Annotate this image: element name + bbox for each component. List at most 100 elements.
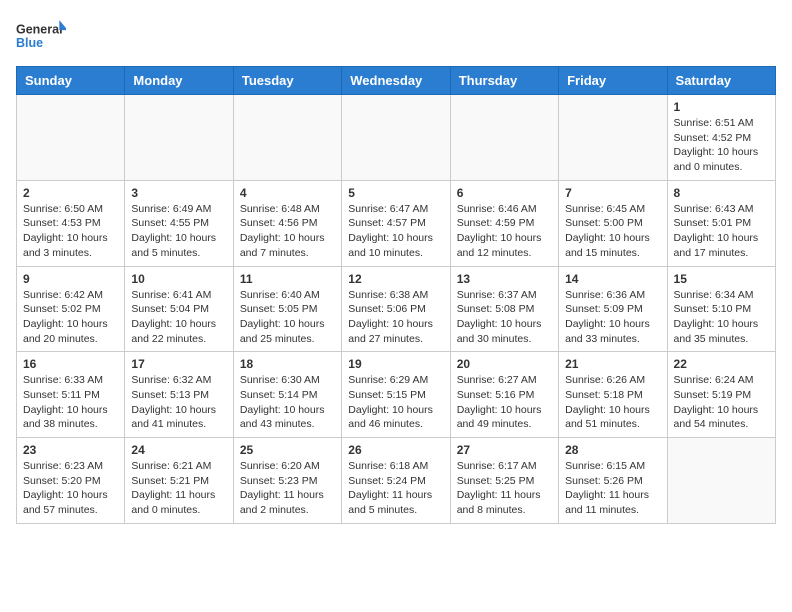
day-info: Sunrise: 6:29 AM Sunset: 5:15 PM Dayligh…: [348, 373, 443, 432]
day-info: Sunrise: 6:33 AM Sunset: 5:11 PM Dayligh…: [23, 373, 118, 432]
day-info: Sunrise: 6:20 AM Sunset: 5:23 PM Dayligh…: [240, 459, 335, 518]
day-cell-empty: [667, 438, 775, 524]
day-info: Sunrise: 6:41 AM Sunset: 5:04 PM Dayligh…: [131, 288, 226, 347]
day-info: Sunrise: 6:50 AM Sunset: 4:53 PM Dayligh…: [23, 202, 118, 261]
day-cell-28: 28 Sunrise: 6:15 AM Sunset: 5:26 PM Dayli…: [559, 438, 667, 524]
day-number: 26: [348, 443, 443, 457]
day-cell-27: 27 Sunrise: 6:17 AM Sunset: 5:25 PM Dayli…: [450, 438, 558, 524]
day-number: 14: [565, 272, 660, 286]
day-number: 3: [131, 186, 226, 200]
day-number: 2: [23, 186, 118, 200]
day-cell-empty: [342, 95, 450, 181]
day-cell-24: 24Sunrise: 6:21 AM Sunset: 5:21 PM Dayli…: [125, 438, 233, 524]
day-cell-15: 15 Sunrise: 6:34 AM Sunset: 5:10 PM Dayli…: [667, 266, 775, 352]
weekday-header-monday: Monday: [125, 67, 233, 95]
svg-text:Blue: Blue: [16, 36, 43, 50]
week-row-4: 16 Sunrise: 6:33 AM Sunset: 5:11 PM Dayli…: [17, 352, 776, 438]
day-info: Sunrise: 6:27 AM Sunset: 5:16 PM Dayligh…: [457, 373, 552, 432]
weekday-header-row: SundayMondayTuesdayWednesdayThursdayFrid…: [17, 67, 776, 95]
day-number: 4: [240, 186, 335, 200]
day-cell-empty: [233, 95, 341, 181]
day-cell-26: 26Sunrise: 6:18 AM Sunset: 5:24 PM Dayli…: [342, 438, 450, 524]
day-cell-9: 9 Sunrise: 6:42 AM Sunset: 5:02 PM Daylig…: [17, 266, 125, 352]
weekday-header-tuesday: Tuesday: [233, 67, 341, 95]
day-cell-25: 25 Sunrise: 6:20 AM Sunset: 5:23 PM Dayli…: [233, 438, 341, 524]
day-number: 25: [240, 443, 335, 457]
day-info: Sunrise: 6:23 AM Sunset: 5:20 PM Dayligh…: [23, 459, 118, 518]
day-number: 18: [240, 357, 335, 371]
day-cell-empty: [559, 95, 667, 181]
calendar: SundayMondayTuesdayWednesdayThursdayFrid…: [16, 66, 776, 524]
weekday-header-thursday: Thursday: [450, 67, 558, 95]
day-cell-1: 1 Sunrise: 6:51 AM Sunset: 4:52 PM Daylig…: [667, 95, 775, 181]
day-info: Sunrise: 6:46 AM Sunset: 4:59 PM Dayligh…: [457, 202, 552, 261]
day-info: Sunrise: 6:30 AM Sunset: 5:14 PM Dayligh…: [240, 373, 335, 432]
day-number: 15: [674, 272, 769, 286]
day-number: 8: [674, 186, 769, 200]
day-info: Sunrise: 6:38 AM Sunset: 5:06 PM Dayligh…: [348, 288, 443, 347]
day-cell-21: 21 Sunrise: 6:26 AM Sunset: 5:18 PM Dayli…: [559, 352, 667, 438]
day-cell-10: 10 Sunrise: 6:41 AM Sunset: 5:04 PM Dayli…: [125, 266, 233, 352]
week-row-1: 1 Sunrise: 6:51 AM Sunset: 4:52 PM Daylig…: [17, 95, 776, 181]
day-info: Sunrise: 6:40 AM Sunset: 5:05 PM Dayligh…: [240, 288, 335, 347]
weekday-header-wednesday: Wednesday: [342, 67, 450, 95]
day-cell-5: 5 Sunrise: 6:47 AM Sunset: 4:57 PM Daylig…: [342, 180, 450, 266]
day-number: 22: [674, 357, 769, 371]
day-number: 23: [23, 443, 118, 457]
day-number: 21: [565, 357, 660, 371]
day-cell-14: 14 Sunrise: 6:36 AM Sunset: 5:09 PM Dayli…: [559, 266, 667, 352]
day-cell-23: 23 Sunrise: 6:23 AM Sunset: 5:20 PM Dayli…: [17, 438, 125, 524]
day-info: Sunrise: 6:17 AM Sunset: 5:25 PM Dayligh…: [457, 459, 552, 518]
day-info: Sunrise: 6:24 AM Sunset: 5:19 PM Dayligh…: [674, 373, 769, 432]
day-cell-6: 6 Sunrise: 6:46 AM Sunset: 4:59 PM Daylig…: [450, 180, 558, 266]
day-info: Sunrise: 6:15 AM Sunset: 5:26 PM Dayligh…: [565, 459, 660, 518]
day-cell-11: 11Sunrise: 6:40 AM Sunset: 5:05 PM Dayli…: [233, 266, 341, 352]
day-cell-empty: [450, 95, 558, 181]
day-info: Sunrise: 6:32 AM Sunset: 5:13 PM Dayligh…: [131, 373, 226, 432]
day-number: 27: [457, 443, 552, 457]
day-cell-4: 4 Sunrise: 6:48 AM Sunset: 4:56 PM Daylig…: [233, 180, 341, 266]
logo-svg: General Blue: [16, 16, 66, 56]
day-number: 28: [565, 443, 660, 457]
day-info: Sunrise: 6:34 AM Sunset: 5:10 PM Dayligh…: [674, 288, 769, 347]
day-number: 1: [674, 100, 769, 114]
day-cell-3: 3Sunrise: 6:49 AM Sunset: 4:55 PM Daylig…: [125, 180, 233, 266]
day-info: Sunrise: 6:51 AM Sunset: 4:52 PM Dayligh…: [674, 116, 769, 175]
day-cell-17: 17 Sunrise: 6:32 AM Sunset: 5:13 PM Dayli…: [125, 352, 233, 438]
weekday-header-friday: Friday: [559, 67, 667, 95]
logo: General Blue: [16, 16, 66, 56]
day-info: Sunrise: 6:36 AM Sunset: 5:09 PM Dayligh…: [565, 288, 660, 347]
day-cell-empty: [125, 95, 233, 181]
day-info: Sunrise: 6:37 AM Sunset: 5:08 PM Dayligh…: [457, 288, 552, 347]
day-number: 20: [457, 357, 552, 371]
day-number: 9: [23, 272, 118, 286]
week-row-5: 23 Sunrise: 6:23 AM Sunset: 5:20 PM Dayli…: [17, 438, 776, 524]
day-cell-7: 7 Sunrise: 6:45 AM Sunset: 5:00 PM Daylig…: [559, 180, 667, 266]
day-info: Sunrise: 6:42 AM Sunset: 5:02 PM Dayligh…: [23, 288, 118, 347]
day-cell-16: 16 Sunrise: 6:33 AM Sunset: 5:11 PM Dayli…: [17, 352, 125, 438]
weekday-header-sunday: Sunday: [17, 67, 125, 95]
day-cell-18: 18 Sunrise: 6:30 AM Sunset: 5:14 PM Dayli…: [233, 352, 341, 438]
day-number: 19: [348, 357, 443, 371]
weekday-header-saturday: Saturday: [667, 67, 775, 95]
day-info: Sunrise: 6:26 AM Sunset: 5:18 PM Dayligh…: [565, 373, 660, 432]
week-row-3: 9 Sunrise: 6:42 AM Sunset: 5:02 PM Daylig…: [17, 266, 776, 352]
day-number: 17: [131, 357, 226, 371]
day-number: 6: [457, 186, 552, 200]
day-number: 5: [348, 186, 443, 200]
day-cell-8: 8Sunrise: 6:43 AM Sunset: 5:01 PM Daylig…: [667, 180, 775, 266]
day-info: Sunrise: 6:45 AM Sunset: 5:00 PM Dayligh…: [565, 202, 660, 261]
day-cell-19: 19 Sunrise: 6:29 AM Sunset: 5:15 PM Dayli…: [342, 352, 450, 438]
day-number: 10: [131, 272, 226, 286]
day-cell-2: 2 Sunrise: 6:50 AM Sunset: 4:53 PM Daylig…: [17, 180, 125, 266]
day-cell-12: 12Sunrise: 6:38 AM Sunset: 5:06 PM Dayli…: [342, 266, 450, 352]
day-info: Sunrise: 6:47 AM Sunset: 4:57 PM Dayligh…: [348, 202, 443, 261]
day-number: 16: [23, 357, 118, 371]
week-row-2: 2 Sunrise: 6:50 AM Sunset: 4:53 PM Daylig…: [17, 180, 776, 266]
day-number: 7: [565, 186, 660, 200]
header: General Blue: [16, 16, 776, 56]
svg-text:General: General: [16, 23, 63, 37]
day-cell-empty: [17, 95, 125, 181]
day-cell-22: 22 Sunrise: 6:24 AM Sunset: 5:19 PM Dayli…: [667, 352, 775, 438]
day-info: Sunrise: 6:48 AM Sunset: 4:56 PM Dayligh…: [240, 202, 335, 261]
